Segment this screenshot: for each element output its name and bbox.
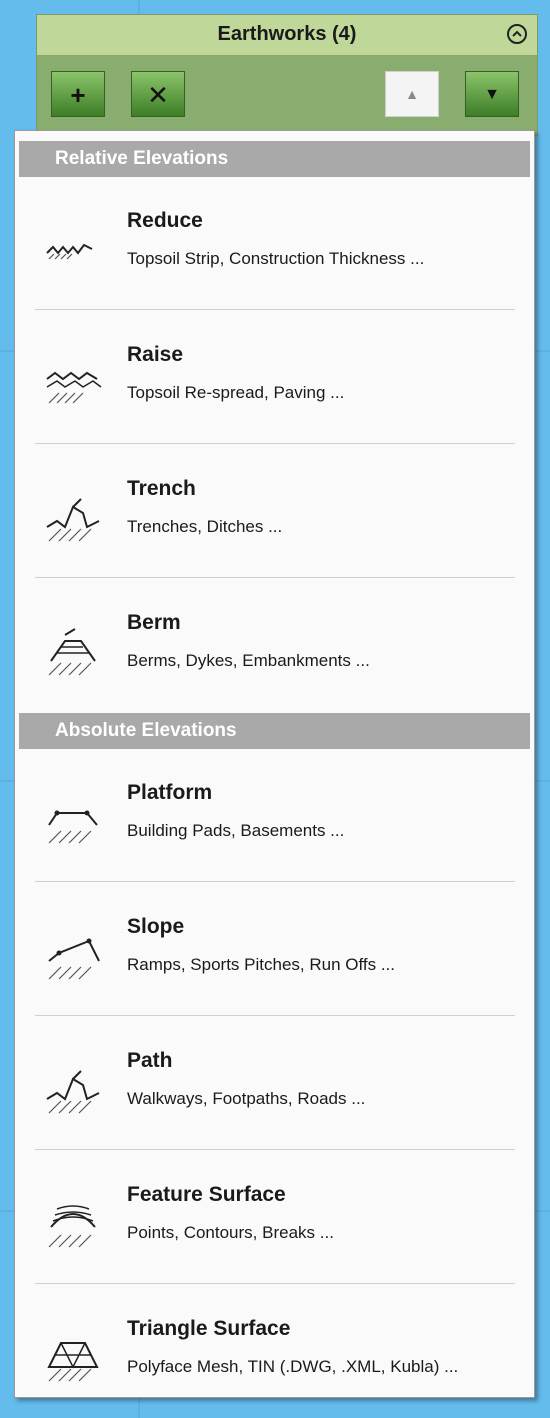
- menu-item-raise[interactable]: Raise Topsoil Re-spread, Paving ...: [15, 313, 534, 443]
- item-title: Trench: [127, 477, 196, 500]
- panel-header: Earthworks (4): [37, 15, 537, 56]
- item-title: Slope: [127, 915, 185, 938]
- triangle-down-icon: ▼: [484, 86, 500, 103]
- divider: [35, 1015, 515, 1016]
- slope-icon: [48, 938, 100, 980]
- item-title: Berm: [127, 611, 181, 634]
- close-icon: ✕: [147, 80, 169, 110]
- berm-icon: [48, 628, 96, 676]
- section-header-label: Absolute Elevations: [55, 720, 237, 741]
- item-description: Walkways, Footpaths, Roads ...: [127, 1089, 366, 1108]
- add-button[interactable]: +: [51, 71, 105, 117]
- delete-button[interactable]: ✕: [131, 71, 185, 117]
- triangle-up-icon: ▲: [405, 86, 419, 102]
- menu-item-platform[interactable]: Platform Building Pads, Basements ...: [15, 751, 534, 881]
- path-icon: [46, 1070, 100, 1114]
- earthwork-type-menu: Relative Elevations Reduce Topsoil Strip…: [14, 130, 535, 1398]
- item-description: Topsoil Re-spread, Paving ...: [127, 383, 345, 402]
- reduce-icon: [46, 243, 93, 260]
- feature-surface-icon: [48, 1205, 96, 1248]
- divider: [35, 443, 515, 444]
- menu-item-slope[interactable]: Slope Ramps, Sports Pitches, Run Offs ..…: [15, 885, 534, 1015]
- divider: [35, 881, 515, 882]
- item-description: Trenches, Ditches ...: [127, 517, 283, 536]
- move-down-button[interactable]: ▼: [465, 71, 519, 117]
- earthworks-panel: Earthworks (4) + ✕ ▲ ▼: [36, 14, 538, 136]
- menu-item-triangle-surface[interactable]: Triangle Surface Polyface Mesh, TIN (.DW…: [15, 1287, 534, 1417]
- platform-icon: [48, 810, 98, 844]
- menu-item-path[interactable]: Path Walkways, Footpaths, Roads ...: [15, 1019, 534, 1149]
- item-description: Polyface Mesh, TIN (.DWG, .XML, Kubla) .…: [127, 1357, 459, 1376]
- section-header-relative: Relative Elevations: [19, 141, 530, 177]
- item-description: Building Pads, Basements ...: [127, 821, 345, 840]
- item-description: Points, Contours, Breaks ...: [127, 1223, 334, 1242]
- menu-item-trench[interactable]: Trench Trenches, Ditches ...: [15, 447, 534, 577]
- plus-icon: +: [70, 80, 86, 110]
- section-header-label: Relative Elevations: [55, 148, 229, 169]
- divider: [35, 577, 515, 578]
- move-up-button[interactable]: ▲: [385, 71, 439, 117]
- panel-title: Earthworks (4): [217, 23, 357, 45]
- section-header-absolute: Absolute Elevations: [19, 713, 530, 749]
- item-title: Platform: [127, 781, 213, 804]
- item-title: Path: [127, 1049, 173, 1072]
- raise-icon: [46, 371, 102, 404]
- item-title: Raise: [127, 343, 184, 366]
- trench-icon: [46, 498, 100, 542]
- menu-item-reduce[interactable]: Reduce Topsoil Strip, Construction Thick…: [15, 179, 534, 309]
- triangle-surface-icon: [47, 1342, 99, 1382]
- item-title: Triangle Surface: [127, 1317, 291, 1340]
- collapse-icon[interactable]: [507, 24, 527, 44]
- divider: [35, 1149, 515, 1150]
- item-description: Ramps, Sports Pitches, Run Offs ...: [127, 955, 396, 974]
- divider: [35, 1283, 515, 1284]
- item-description: Berms, Dykes, Embankments ...: [127, 651, 370, 670]
- item-description: Topsoil Strip, Construction Thickness ..…: [127, 249, 425, 268]
- divider: [35, 309, 515, 310]
- item-title: Reduce: [127, 209, 203, 232]
- item-title: Feature Surface: [127, 1183, 286, 1206]
- menu-item-feature-surface[interactable]: Feature Surface Points, Contours, Breaks…: [15, 1153, 534, 1283]
- menu-item-berm[interactable]: Berm Berms, Dykes, Embankments ...: [15, 581, 534, 711]
